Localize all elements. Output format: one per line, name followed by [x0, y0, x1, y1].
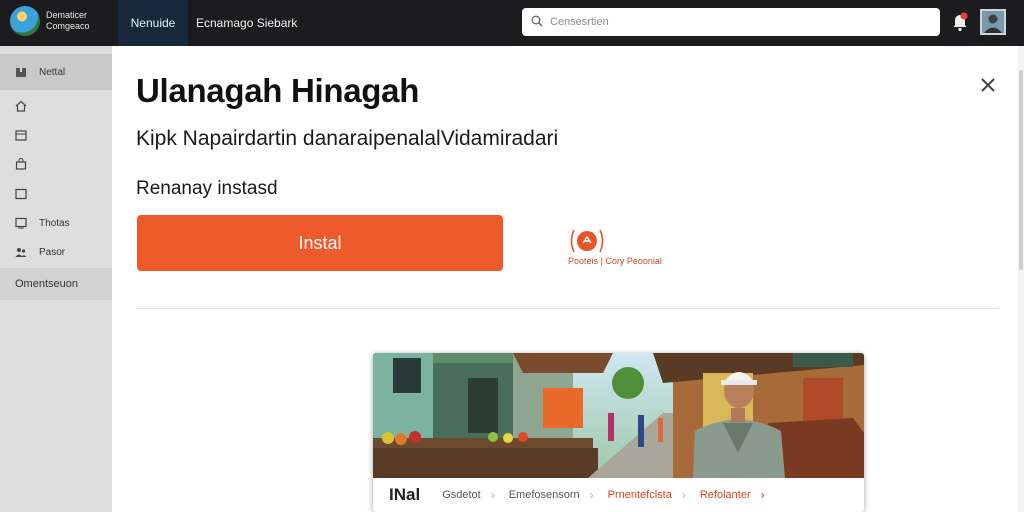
calendar-icon	[15, 130, 27, 141]
home-icon	[15, 100, 27, 112]
chevron-right-icon: ›	[681, 488, 686, 502]
preview-card[interactable]: INal Gsdetot › Emefosensorn › Prnentefcl…	[373, 353, 864, 512]
top-bar: Dematicer Comgeaco Nenuide Ecnamago Sieb…	[0, 0, 1024, 46]
chevron-right-icon: ›	[490, 488, 495, 502]
card-nav-item[interactable]: Gsdetot	[442, 489, 481, 501]
sidebar-section-omentseuon[interactable]: Omentseuon	[0, 268, 112, 300]
chevron-right-icon: ›	[589, 488, 594, 502]
search-input[interactable]	[550, 12, 930, 32]
bag-icon	[15, 158, 27, 170]
page-subtitle: Kipk Napairdartin danaraipenalalVidamira…	[136, 127, 559, 150]
window-icon	[15, 188, 27, 200]
close-icon[interactable]	[978, 75, 998, 95]
card-nav-title[interactable]: INal	[389, 485, 420, 505]
card-nav-item[interactable]: Refolanter	[700, 489, 751, 501]
market-photo	[373, 353, 864, 478]
brand-name: Dematicer Comgeaco	[46, 10, 90, 32]
sidebar-item-label: Nettal	[39, 66, 66, 78]
sidebar-item-home[interactable]	[0, 92, 112, 120]
install-button[interactable]: Instal	[137, 215, 503, 271]
app-logo[interactable]	[10, 6, 40, 36]
card-nav-item[interactable]: Emefosensorn	[509, 489, 580, 501]
sidebar-item-bag[interactable]	[0, 150, 112, 178]
brand-line-1: Dematicer	[46, 10, 88, 20]
search-icon	[531, 15, 543, 27]
group-icon	[15, 248, 27, 257]
info-caption: Pooteis | Cory Peoonial	[568, 256, 662, 266]
sidebar: Nettal Thotas Pasor Omentseuon	[0, 46, 112, 512]
section-divider	[136, 308, 998, 309]
notification-bell-icon[interactable]	[952, 12, 968, 32]
sidebar-item-pasor[interactable]: Pasor	[0, 238, 112, 266]
user-avatar[interactable]	[980, 9, 1006, 35]
display-icon	[15, 217, 27, 229]
sidebar-item-label: Pasor	[39, 246, 66, 258]
user-photo-icon	[982, 11, 1004, 33]
card-breadcrumb: INal Gsdetot › Emefosensorn › Prnentefcl…	[373, 478, 864, 512]
sidebar-item-calendar[interactable]	[0, 121, 112, 149]
search-bar[interactable]	[522, 8, 940, 36]
nav-tab-active[interactable]: Nenuide	[118, 0, 188, 46]
install-caption: Renanay instasd	[136, 178, 278, 199]
card-nav-item[interactable]: Prnentefclsta	[608, 489, 672, 501]
sidebar-item-thotas[interactable]: Thotas	[0, 209, 112, 237]
scrollbar-thumb[interactable]	[1019, 70, 1023, 270]
chevron-right-icon[interactable]: ›	[761, 488, 765, 502]
sidebar-item-window[interactable]	[0, 180, 112, 208]
page-title: Ulanagah Hinagah	[136, 72, 420, 109]
nav-tab[interactable]: Ecnamago Siebark	[196, 0, 297, 46]
sidebar-item-label: Thotas	[39, 217, 70, 229]
package-icon	[16, 68, 26, 77]
sidebar-item-nettal[interactable]: Nettal	[0, 54, 112, 90]
brand-line-2: Comgeaco	[46, 21, 90, 31]
info-badge-icon[interactable]	[568, 228, 606, 254]
